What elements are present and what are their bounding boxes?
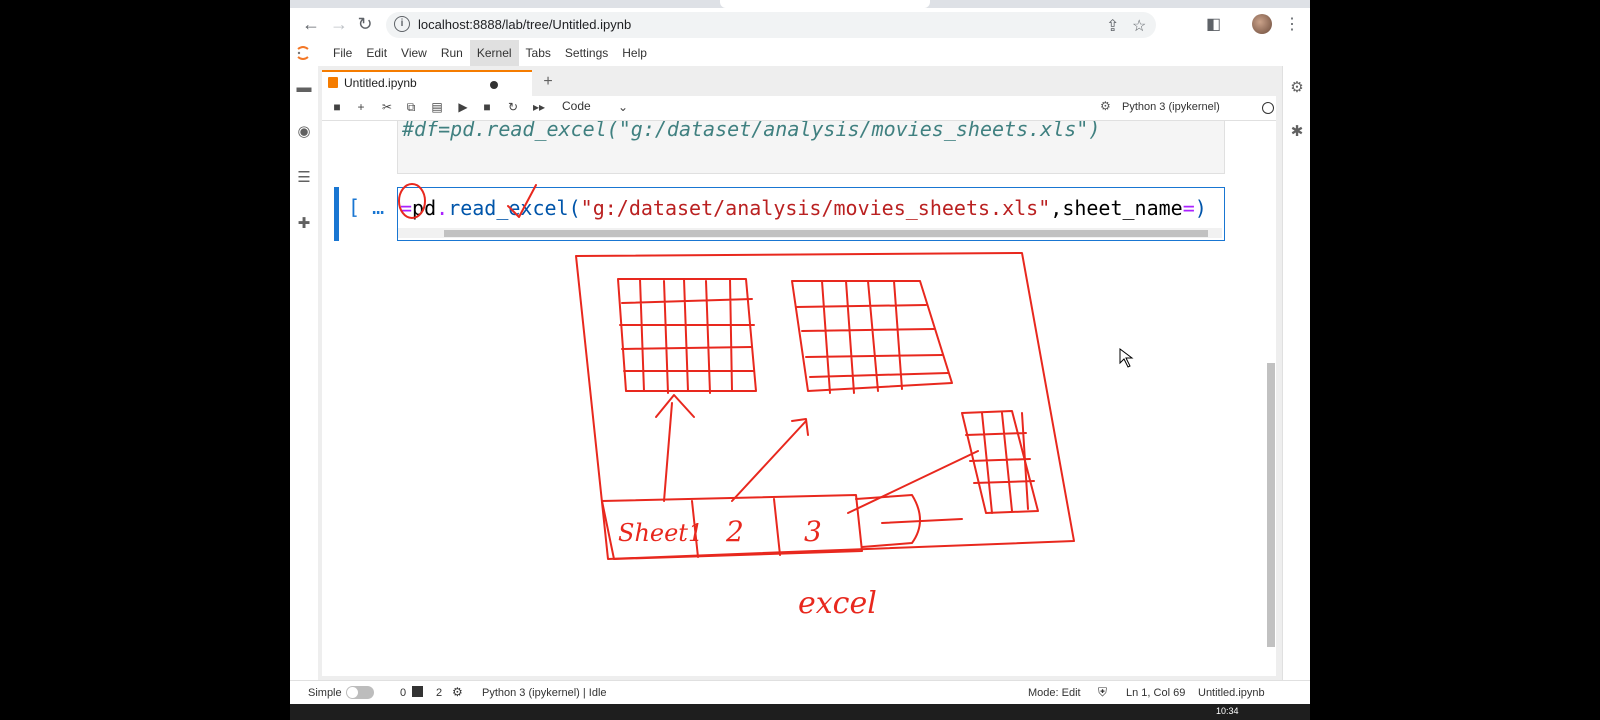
terminal-count[interactable]: 0 [400, 687, 406, 699]
menu-run[interactable]: Run [434, 40, 470, 66]
site-info-icon[interactable]: i [394, 16, 410, 32]
extension-icon[interactable]: ✚ [296, 216, 312, 232]
stop-icon[interactable]: ■ [480, 100, 494, 114]
copy-icon[interactable]: ⧉ [404, 100, 418, 115]
simple-mode-label: Simple [308, 687, 342, 699]
notebook-tab-title[interactable]: Untitled.ipynb [344, 76, 417, 90]
share-icon[interactable]: ⇪ [1106, 16, 1119, 36]
kernel-status-icon [1262, 102, 1274, 114]
main-area: Untitled.ipynb + ■ + ✂ ⧉ ▤ ▶ ■ ↻ ▸▸ Code… [318, 66, 1282, 680]
sketch-table-3-grid [965, 412, 1035, 514]
sketch-arrow-1 [655, 394, 695, 502]
vertical-scroll-thumb[interactable] [1267, 363, 1275, 647]
simple-mode-toggle[interactable] [346, 686, 374, 699]
left-sidebar: ▬ ◉ ☰ ✚ [290, 66, 319, 680]
paste-icon[interactable]: ▤ [430, 100, 444, 114]
notebook-panel: ■ + ✂ ⧉ ▤ ▶ ■ ↻ ▸▸ Code ⌄ ⚙ Python 3 (ip… [322, 96, 1276, 676]
unsaved-dot-icon[interactable] [490, 81, 498, 89]
trust-shield-icon[interactable]: ⛨ [1098, 685, 1107, 700]
sketch-circle-pd [398, 183, 426, 219]
handwritten-sketch: Sheet1 2 3 excel [398, 183, 1134, 621]
reload-icon[interactable]: ↻ [354, 13, 376, 35]
sketch-arrow-3 [847, 450, 979, 514]
sketch-table-1-grid [619, 278, 755, 394]
kernel-status-text[interactable]: Python 3 (ipykernel) | Idle [482, 687, 607, 699]
kernel-settings-icon[interactable]: ⚙ [1100, 99, 1111, 113]
run-all-icon[interactable]: ▸▸ [532, 100, 546, 114]
toc-icon[interactable]: ☰ [296, 170, 312, 186]
notebook-icon [328, 77, 338, 88]
kernel-count[interactable]: 2 [436, 687, 442, 699]
omnibox[interactable]: i localhost:8888/lab/tree/Untitled.ipynb… [386, 12, 1156, 38]
debugger-icon[interactable]: ✱ [1289, 124, 1305, 140]
save-icon[interactable]: ■ [330, 100, 344, 114]
browser-window: ← → ↻ i localhost:8888/lab/tree/Untitled… [290, 0, 1310, 720]
run-icon[interactable]: ▶ [456, 100, 470, 114]
url-text[interactable]: localhost:8888/lab/tree/Untitled.ipynb [418, 17, 631, 32]
terminal-icon[interactable] [412, 686, 423, 697]
kernel-name[interactable]: Python 3 (ipykernel) [1122, 101, 1220, 113]
menu-settings[interactable]: Settings [558, 40, 615, 66]
notebook-toolbar: ■ + ✂ ⧉ ▤ ▶ ■ ↻ ▸▸ Code ⌄ ⚙ Python 3 (ip… [322, 96, 1276, 121]
new-launcher-button[interactable]: + [538, 72, 558, 92]
menu-kernel[interactable]: Kernel [469, 40, 519, 66]
restart-icon[interactable]: ↻ [506, 100, 520, 114]
right-sidebar: ⚙ ✱ [1282, 66, 1310, 680]
sketch-arrow-2 [731, 418, 809, 502]
status-file-name: Untitled.ipynb [1198, 687, 1265, 699]
cut-icon[interactable]: ✂ [380, 100, 394, 114]
browser-menu-icon[interactable]: ⋮ [1284, 14, 1300, 34]
status-bar: Simple 0 2 ⚙ Python 3 (ipykernel) | Idle… [290, 680, 1310, 705]
os-taskbar: 10:34 [290, 704, 1310, 720]
cursor-position[interactable]: Ln 1, Col 69 [1126, 687, 1185, 699]
profile-avatar[interactable] [1252, 14, 1272, 34]
menu-file[interactable]: File [326, 40, 359, 66]
bookmark-star-icon[interactable]: ☆ [1132, 16, 1146, 36]
menu-view[interactable]: View [394, 40, 434, 66]
menu-help[interactable]: Help [615, 40, 654, 66]
menu-tabs[interactable]: Tabs [519, 40, 558, 66]
back-icon[interactable]: ← [300, 13, 322, 35]
chevron-down-icon[interactable]: ⌄ [616, 100, 630, 114]
tab-strip [290, 0, 1310, 8]
forward-icon[interactable]: → [328, 13, 350, 35]
taskbar-clock: 10:34 [1216, 706, 1239, 716]
active-browser-tab[interactable] [720, 0, 930, 8]
sketch-extra-tab-line [881, 518, 963, 524]
menu-edit[interactable]: Edit [359, 40, 394, 66]
vertical-scrollbar[interactable] [1266, 121, 1276, 676]
sketch-caption-excel: excel [798, 586, 877, 621]
property-inspector-icon[interactable]: ⚙ [1289, 80, 1305, 96]
running-icon[interactable]: ◉ [296, 124, 312, 140]
address-bar-row: ← → ↻ i localhost:8888/lab/tree/Untitled… [290, 8, 1310, 40]
sketch-label-sheet2: 2 [725, 515, 744, 548]
mouse-cursor-icon [1119, 348, 1134, 368]
cell-type-select[interactable]: Code [562, 99, 591, 113]
mode-indicator: Mode: Edit [1028, 687, 1081, 699]
sketch-checkmark [507, 184, 537, 218]
jupyter-logo-icon [297, 46, 309, 60]
insert-cell-icon[interactable]: + [354, 100, 368, 114]
notebook-content: #df=pd.read_excel("g:/dataset/analysis/m… [322, 121, 1276, 676]
notebook-tab[interactable]: Untitled.ipynb [322, 70, 532, 96]
side-panel-icon[interactable]: ◧ [1206, 14, 1221, 34]
folder-icon[interactable]: ▬ [296, 80, 312, 96]
sketch-label-sheet3: 3 [804, 515, 822, 548]
kernel-gear-icon[interactable]: ⚙ [452, 685, 463, 699]
sketch-label-sheet1: Sheet1 [618, 519, 703, 547]
jupyter-menubar: File Edit View Run Kernel Tabs Settings … [290, 40, 1310, 67]
